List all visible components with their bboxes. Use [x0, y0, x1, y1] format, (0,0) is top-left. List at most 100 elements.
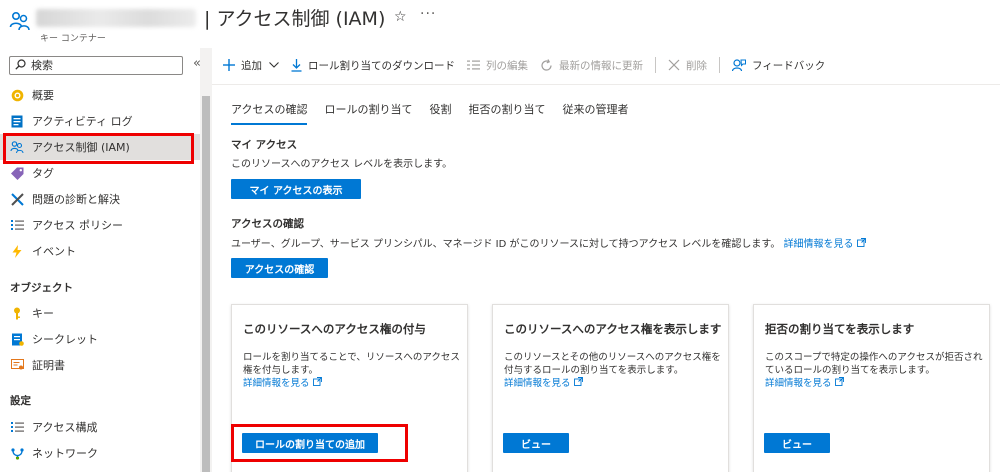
add-label: 追加 [241, 59, 262, 72]
card-title: このリソースへのアクセス権の付与 [243, 322, 426, 336]
check-access-title: アクセスの確認 [231, 218, 304, 230]
search-icon [15, 58, 26, 73]
learn-more-label: 詳細情報を見る [765, 378, 832, 389]
key-icon [10, 306, 24, 320]
tab-deny-assignments[interactable]: 拒否の割り当て [468, 101, 545, 125]
delete-button[interactable]: 削除 [668, 58, 707, 73]
sidebar-item-overview[interactable]: 概要 [0, 82, 200, 108]
toolbar-divider-line [212, 84, 1000, 85]
download-label: ロール割り当てのダウンロード [308, 59, 455, 72]
feedback-icon [732, 58, 746, 72]
sidebar-item-label: キー [32, 307, 54, 320]
refresh-icon [540, 58, 553, 72]
toolbar-divider [719, 57, 720, 73]
sidebar-item-label: アクティビティ ログ [32, 115, 133, 128]
refresh-label: 最新の情報に更新 [559, 59, 643, 72]
sidebar-item-keys[interactable]: キー [0, 300, 200, 326]
sidebar-item-certificates[interactable]: 証明書 [0, 352, 200, 378]
sidebar-item-activity-log[interactable]: アクティビティ ログ [0, 108, 200, 134]
columns-icon [467, 60, 480, 70]
tab-check-access[interactable]: アクセスの確認 [231, 101, 308, 125]
download-icon [291, 58, 302, 72]
secret-icon [10, 332, 24, 346]
card-view-access: このリソースへのアクセス権を表示します このリソースとその他のリソースへのアクセ… [492, 304, 729, 472]
sidebar-section-objects: オブジェクト [10, 282, 73, 294]
page-subtitle: キー コンテナー [40, 34, 106, 44]
network-icon [10, 446, 24, 460]
external-link-icon [856, 238, 866, 250]
check-access-text: ユーザー、グループ、サービス プリンシパル、マネージド ID がこのリソースに対… [231, 239, 781, 250]
sidebar: « 概要 アクティビティ ログ アクセス制御 (IAM) タグ [0, 48, 212, 472]
sidebar-item-secrets[interactable]: シークレット [0, 326, 200, 352]
card-view-deny-assignments: 拒否の割り当てを表示します このスコープで特定の操作へのアクセスが拒否されている… [753, 304, 990, 472]
sidebar-item-label: タグ [32, 167, 54, 180]
check-access-description: ユーザー、グループ、サービス プリンシパル、マネージド ID がこのリソースに対… [231, 235, 866, 250]
highlight-box-add-role-assignment [231, 424, 408, 462]
sidebar-item-label: 証明書 [32, 359, 65, 372]
page-title: | アクセス制御 (IAM) [204, 8, 386, 30]
sidebar-item-label: 問題の診断と解決 [32, 193, 120, 206]
sidebar-item-events[interactable]: イベント [0, 238, 200, 264]
sidebar-section-settings: 設定 [10, 395, 31, 407]
learn-more-label: 詳細情報を見る [504, 378, 571, 389]
star-icon[interactable]: ☆ [394, 9, 407, 25]
access-policy-icon [10, 218, 24, 232]
learn-more-link[interactable]: 詳細情報を見る [243, 377, 322, 390]
sidebar-item-label: アクセス構成 [32, 421, 98, 434]
tab-classic-administrators[interactable]: 従来の管理者 [562, 101, 628, 125]
sidebar-item-diagnose[interactable]: 問題の診断と解決 [0, 186, 200, 212]
sidebar-item-label: 概要 [32, 89, 54, 102]
page-header: | アクセス制御 (IAM) ☆ ··· キー コンテナー [0, 0, 1000, 48]
feedback-label: フィードバック [752, 59, 826, 72]
more-options-icon[interactable]: ··· [420, 6, 436, 22]
sidebar-item-label: シークレット [32, 333, 98, 346]
sidebar-item-label: イベント [32, 245, 76, 258]
tab-role-assignments[interactable]: ロールの割り当て [324, 101, 412, 125]
highlight-box-iam [3, 133, 194, 164]
check-access-button[interactable]: アクセスの確認 [231, 258, 328, 278]
feedback-button[interactable]: フィードバック [732, 58, 825, 73]
diagnose-icon [10, 192, 24, 206]
sidebar-item-access-policy[interactable]: アクセス ポリシー [0, 212, 200, 238]
card-description: ロールを割り当てることで、リソースへのアクセス権を付与します。 詳細情報を見る [243, 351, 463, 390]
learn-more-link[interactable]: 詳細情報を見る [504, 377, 583, 390]
iam-people-icon [9, 10, 31, 32]
tab-bar: アクセスの確認 ロールの割り当て 役割 拒否の割り当て 従来の管理者 [231, 101, 645, 125]
learn-more-link[interactable]: 詳細情報を見る [784, 238, 866, 250]
add-button[interactable]: 追加 [223, 58, 279, 73]
card-description-text: このスコープで特定の操作へのアクセスが拒否されているロールの割り当てを表示します… [765, 352, 983, 376]
sidebar-item-network[interactable]: ネットワーク [0, 440, 200, 466]
my-access-description: このリソースへのアクセス レベルを表示します。 [231, 159, 453, 170]
card-title: 拒否の割り当てを表示します [765, 322, 915, 336]
toolbar-divider [655, 57, 656, 73]
view-deny-assignments-button[interactable]: ビュー [764, 433, 830, 453]
card-title: このリソースへのアクセス権を表示します [504, 322, 722, 336]
view-role-assignments-button[interactable]: ビュー [503, 433, 569, 453]
external-link-icon [312, 377, 322, 390]
search-input[interactable] [31, 59, 171, 72]
sidebar-search[interactable] [9, 56, 183, 75]
card-description-text: このリソースとその他のリソースへのアクセス権を付与するロールの割り当てを表示しま… [504, 352, 721, 376]
overview-icon [10, 88, 24, 102]
card-description: このスコープで特定の操作へのアクセスが拒否されているロールの割り当てを表示します… [765, 351, 985, 390]
resource-name-redacted [36, 9, 196, 27]
close-icon [668, 59, 680, 71]
delete-label: 削除 [686, 59, 707, 72]
access-config-icon [10, 420, 24, 434]
edit-columns-button[interactable]: 列の編集 [467, 58, 528, 73]
sidebar-item-access-config[interactable]: アクセス構成 [0, 414, 200, 440]
external-link-icon [573, 377, 583, 390]
tab-roles[interactable]: 役割 [429, 101, 451, 125]
refresh-button[interactable]: 最新の情報に更新 [540, 58, 643, 73]
tag-icon [10, 166, 24, 180]
external-link-icon [834, 377, 844, 390]
certificate-icon [10, 358, 24, 372]
card-description: このリソースとその他のリソースへのアクセス権を付与するロールの割り当てを表示しま… [504, 351, 724, 390]
download-role-assignments-button[interactable]: ロール割り当てのダウンロード [291, 58, 455, 73]
plus-icon [223, 59, 235, 71]
edit-columns-label: 列の編集 [486, 59, 528, 72]
learn-more-link[interactable]: 詳細情報を見る [765, 377, 844, 390]
sidebar-scroll-thumb[interactable] [202, 96, 210, 472]
my-access-title: マイ アクセス [231, 139, 298, 151]
view-my-access-button[interactable]: マイ アクセスの表示 [231, 179, 361, 199]
